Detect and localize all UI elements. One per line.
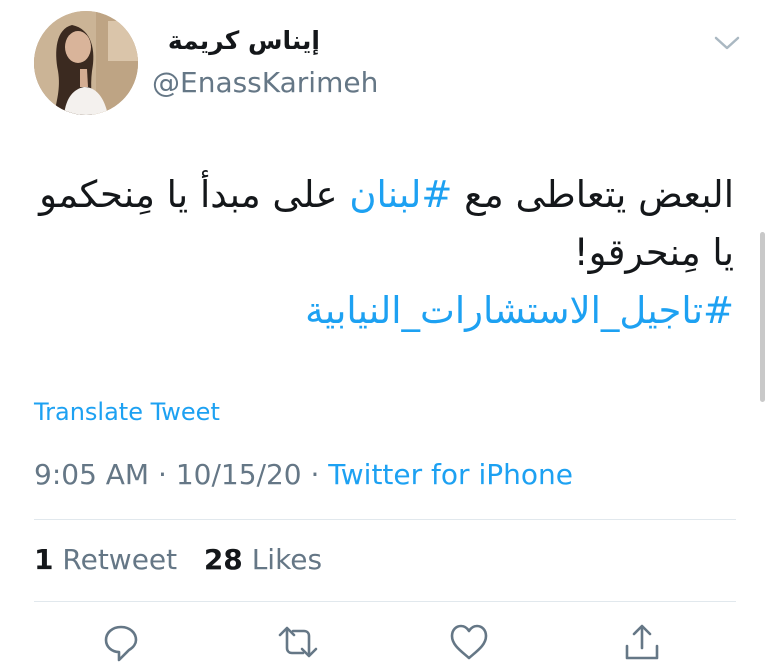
- retweet-icon[interactable]: [278, 622, 318, 662]
- author-display-name[interactable]: إيناس كريمة: [150, 26, 320, 55]
- chevron-down-icon[interactable]: [712, 32, 742, 54]
- tweet-date[interactable]: 10/15/20: [176, 458, 302, 491]
- likes-stat[interactable]: 28 Likes: [204, 543, 322, 576]
- like-count: 28: [203, 543, 243, 576]
- share-icon[interactable]: [622, 622, 662, 662]
- tweet-text-line-1: البعض يتعاطى مع #لبنان على مبدأ يا مِنحك…: [34, 166, 734, 224]
- scrollbar[interactable]: [760, 232, 765, 402]
- tweet-action-bar: [0, 622, 768, 662]
- tweet-time[interactable]: 9:05 AM: [34, 458, 149, 491]
- hashtag-link-lebanon[interactable]: #لبنان: [349, 173, 452, 216]
- tweet-text-segment: على مبدأ يا مِنحكمو: [39, 173, 350, 216]
- tweet-text-line-3: #تاجيل_الاستشارات_النيابية: [34, 282, 734, 340]
- tweet-text-segment: البعض يتعاطى مع: [452, 173, 734, 216]
- retweet-count: 1: [34, 543, 54, 576]
- retweets-stat[interactable]: 1 Retweet: [34, 543, 177, 576]
- tweet-text-line-2: يا مِنحرقو!: [34, 224, 734, 282]
- reply-icon[interactable]: [101, 622, 141, 662]
- hashtag-link-consultations[interactable]: #تاجيل_الاستشارات_النيابية: [305, 289, 734, 332]
- tweet-text: البعض يتعاطى مع #لبنان على مبدأ يا مِنحك…: [34, 166, 734, 340]
- tweet-source-link[interactable]: Twitter for iPhone: [328, 458, 573, 491]
- meta-separator: ·: [158, 458, 167, 491]
- tweet-metadata: 9:05 AM · 10/15/20 · Twitter for iPhone: [34, 458, 573, 491]
- like-label: Likes: [251, 543, 323, 576]
- engagement-stats: 1 Retweet 28 Likes: [34, 543, 322, 576]
- divider: [34, 519, 736, 520]
- tweet-text-segment: يا مِنحرقو!: [573, 231, 734, 274]
- user-avatar-photo: [34, 11, 138, 115]
- divider: [34, 601, 736, 602]
- meta-separator: ·: [310, 458, 320, 491]
- retweet-label: Retweet: [62, 543, 178, 576]
- author-handle[interactable]: @EnassKarimeh: [152, 66, 378, 99]
- avatar[interactable]: [34, 11, 138, 115]
- like-icon[interactable]: [449, 622, 489, 662]
- translate-tweet-link[interactable]: Translate Tweet: [34, 398, 220, 426]
